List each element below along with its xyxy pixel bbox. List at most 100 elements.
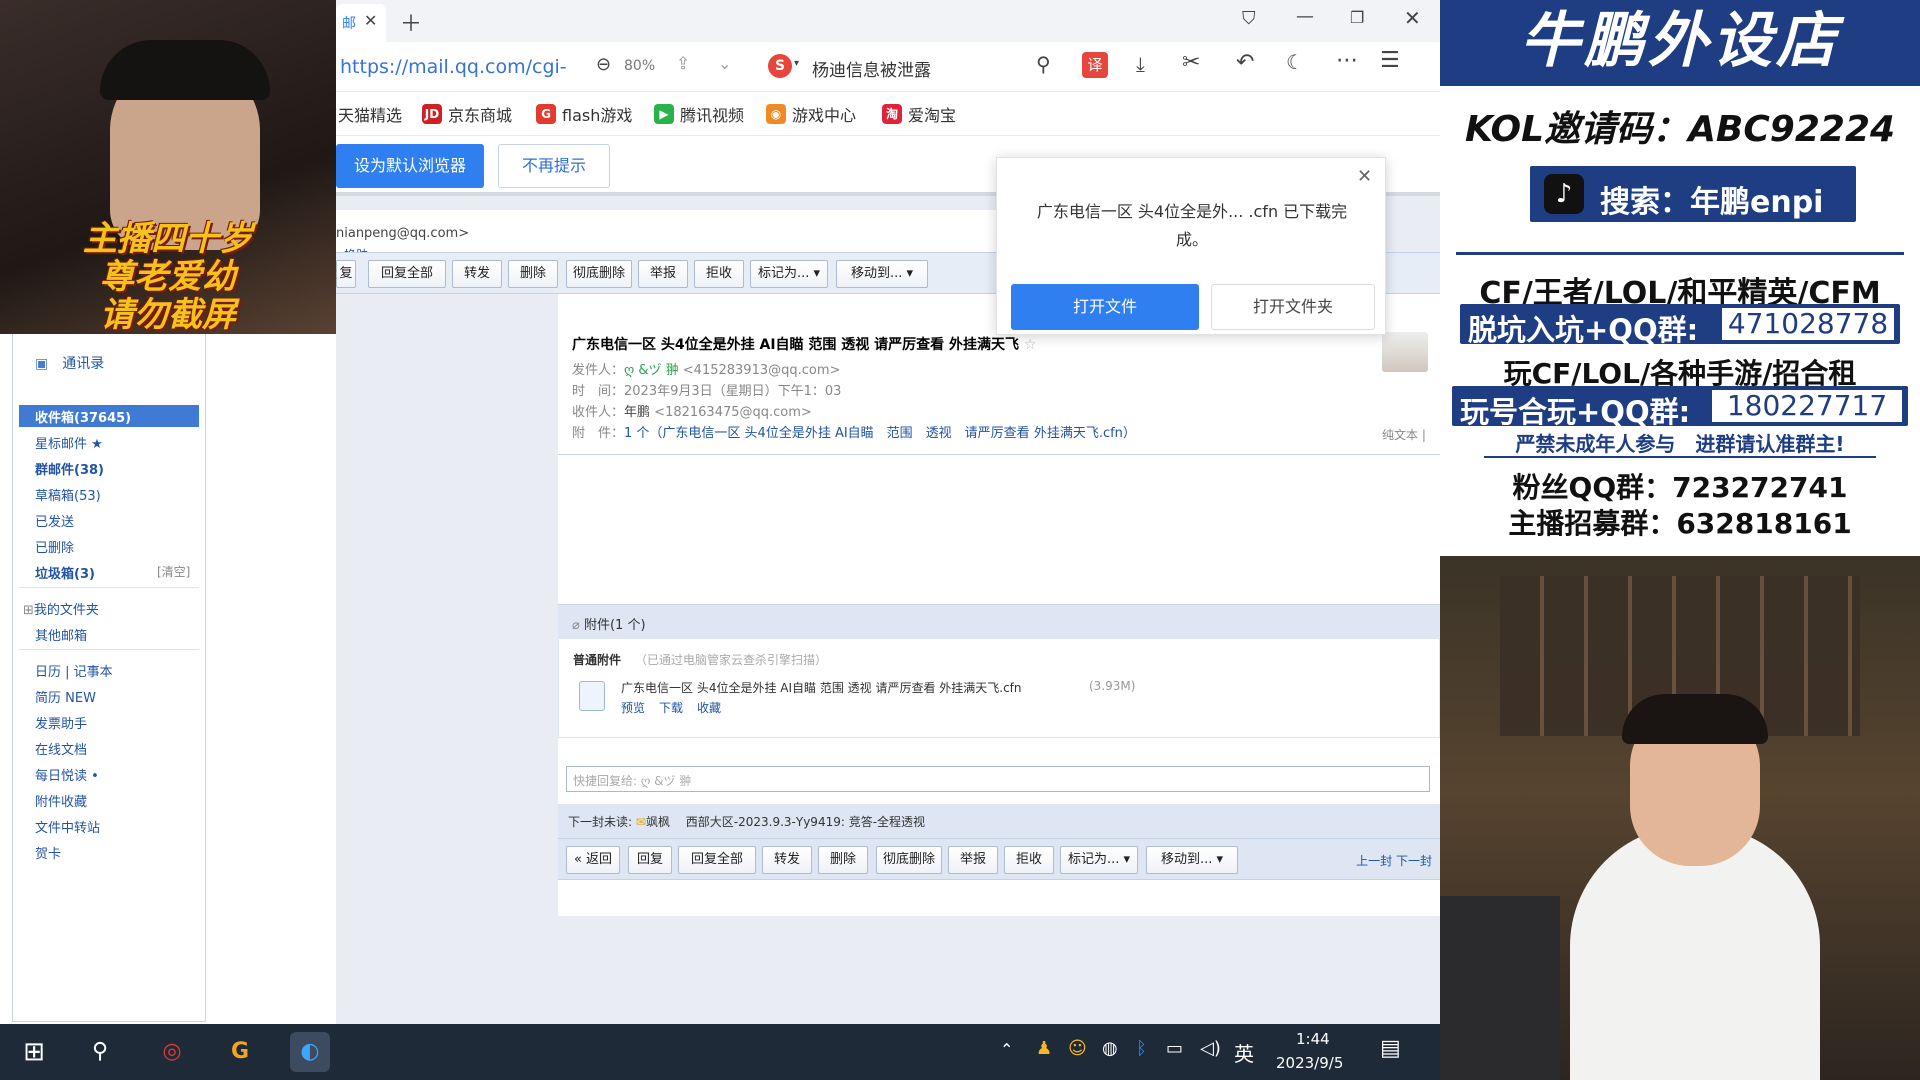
permanent-delete-button-bottom[interactable]: 彻底删除 xyxy=(876,846,942,874)
input-language[interactable]: 英 xyxy=(1234,1038,1254,1067)
search-icon[interactable]: ⚲ xyxy=(1036,52,1051,76)
dont-remind-button[interactable]: 不再提示 xyxy=(498,144,610,188)
sidebar-item-deleted[interactable]: 已删除 xyxy=(35,537,74,556)
translate-icon[interactable]: 译 xyxy=(1082,52,1108,78)
close-window-icon[interactable]: ✕ xyxy=(1404,6,1421,30)
tray-game-icon[interactable]: ◍ xyxy=(1102,1038,1118,1059)
sender-name[interactable]: ღ &ヅ 翀 xyxy=(624,363,679,378)
permanent-delete-button[interactable]: 彻底删除 xyxy=(566,260,632,288)
game-launcher-icon[interactable]: G xyxy=(220,1032,260,1072)
back-button[interactable]: « 返回 xyxy=(566,846,620,874)
prev-next-links[interactable]: 上一封 下一封 xyxy=(1356,852,1432,869)
notifications-icon[interactable]: ▤ xyxy=(1380,1036,1401,1061)
open-folder-button[interactable]: 打开文件夹 xyxy=(1211,284,1375,330)
clock-time[interactable]: 1:44 xyxy=(1296,1030,1330,1048)
undo-icon[interactable]: ↶ xyxy=(1236,50,1254,75)
forward-button[interactable]: 转发 xyxy=(452,260,502,288)
engine-dropdown-icon[interactable]: ▾ xyxy=(794,58,799,69)
preview-link[interactable]: 预览 xyxy=(621,699,645,716)
sidebar-item-group-mail[interactable]: 群邮件(38) xyxy=(35,459,104,478)
bookmark-tmall[interactable]: 天猫精选 xyxy=(338,102,402,126)
sidebar-item-spam[interactable]: 垃圾箱(3) xyxy=(35,563,95,582)
next-unread[interactable]: 下一封未读: ✉飒枫 西部大区-2023.9.3-Yy9419: 竞答-全程透视 xyxy=(568,813,925,830)
sidebar-item-daily-read[interactable]: 每日悦读 • xyxy=(35,765,99,784)
quick-reply-input[interactable]: 快捷回复给: ღ &ヅ 翀 xyxy=(566,766,1430,792)
sidebar-item-starred[interactable]: 星标邮件 ★ xyxy=(35,433,103,452)
chevron-down-icon[interactable]: ⌄ xyxy=(718,54,731,73)
report-button-bottom[interactable]: 举报 xyxy=(948,846,998,874)
sidebar-item-calendar[interactable]: 日历 | 记事本 xyxy=(35,661,113,680)
bookmark-flash[interactable]: Gflash游戏 xyxy=(536,102,632,126)
clock-date[interactable]: 2023/9/5 xyxy=(1276,1054,1343,1072)
tab-close-icon[interactable]: ✕ xyxy=(364,11,377,30)
zoom-level[interactable]: 80% xyxy=(624,58,655,74)
download-icon[interactable]: ⤓ xyxy=(1136,52,1145,76)
sidebar-item-online-docs[interactable]: 在线文档 xyxy=(35,739,87,758)
browser-taskbar-icon[interactable]: ◐ xyxy=(290,1032,330,1072)
sidebar-item-drafts[interactable]: 草稿箱(53) xyxy=(35,485,101,504)
sender-avatar[interactable] xyxy=(1382,332,1428,372)
delete-button[interactable]: 删除 xyxy=(508,260,558,288)
sidebar-item-file-transfer[interactable]: 文件中转站 xyxy=(35,817,100,836)
report-button[interactable]: 举报 xyxy=(638,260,688,288)
forward-button-bottom[interactable]: 转发 xyxy=(762,846,812,874)
sidebar-item-sent[interactable]: 已发送 xyxy=(35,511,74,530)
tab-mail[interactable]: 邮 ✕ xyxy=(336,4,386,42)
sidebar-item-other-mailboxes[interactable]: 其他邮箱 xyxy=(35,625,87,644)
recipient-name[interactable]: 年鹏 xyxy=(624,405,650,420)
attachment-filename[interactable]: 广东电信一区 头4位全是外挂 AI自瞄 范围 透视 请严厉查看 外挂满天飞.cf… xyxy=(621,679,1022,696)
reply-button[interactable]: 复 xyxy=(336,260,356,288)
reject-button-bottom[interactable]: 拒收 xyxy=(1004,846,1054,874)
zoom-icon[interactable]: ⊖ xyxy=(596,54,611,75)
contacts-link[interactable]: ▣ 通讯录 xyxy=(35,353,104,373)
search-taskbar-icon[interactable]: ⚲ xyxy=(80,1032,120,1072)
file-icon[interactable] xyxy=(579,681,605,711)
set-default-browser-button[interactable]: 设为默认浏览器 xyxy=(336,144,484,188)
reply-all-button[interactable]: 回复全部 xyxy=(368,260,446,288)
menu-icon[interactable]: ☰ xyxy=(1380,48,1400,73)
search-input[interactable]: 杨迪信息被泄露 xyxy=(812,56,931,81)
move-to-button[interactable]: 移动到... ▾ xyxy=(836,260,928,288)
plain-text-link[interactable]: 纯文本 | xyxy=(1382,426,1426,443)
reject-button[interactable]: 拒收 xyxy=(694,260,744,288)
network-icon[interactable]: ▭ xyxy=(1166,1038,1183,1059)
my-folders[interactable]: ⊞我的文件夹 xyxy=(23,599,99,618)
sidebar-item-invoice[interactable]: 发票助手 xyxy=(35,713,87,732)
url-field[interactable]: https://mail.qq.com/cgi- xyxy=(340,52,600,82)
bookmark-jd[interactable]: JD 京东商城 xyxy=(422,102,512,126)
reply-all-button-bottom[interactable]: 回复全部 xyxy=(678,846,756,874)
sidebar-item-attach-fav[interactable]: 附件收藏 xyxy=(35,791,87,810)
reply-button-bottom[interactable]: 回复 xyxy=(628,846,672,874)
search-engine-icon[interactable]: S xyxy=(768,54,792,78)
tray-qq-icon[interactable]: ☺ xyxy=(1068,1038,1087,1059)
moon-icon[interactable]: ☾ xyxy=(1286,50,1304,74)
bookmark-tencent-video[interactable]: ▶ 腾讯视频 xyxy=(654,102,744,126)
new-tab-icon[interactable]: ＋ xyxy=(400,6,422,38)
empty-spam-link[interactable]: [清空] xyxy=(157,563,190,580)
download-link[interactable]: 下载 xyxy=(659,699,683,716)
tray-app-icon[interactable]: ♟ xyxy=(1036,1038,1052,1059)
open-file-button[interactable]: 打开文件 xyxy=(1011,284,1199,330)
move-to-button-bottom[interactable]: 移动到... ▾ xyxy=(1146,846,1238,874)
delete-button-bottom[interactable]: 删除 xyxy=(818,846,868,874)
mark-as-button-bottom[interactable]: 标记为... ▾ xyxy=(1060,846,1138,874)
sidebar-item-inbox[interactable]: 收件箱(37645) xyxy=(35,407,131,426)
bookmark-game-center[interactable]: ◉ 游戏中心 xyxy=(766,102,856,126)
star-icon[interactable]: ☆ xyxy=(1024,337,1037,353)
restore-icon[interactable]: ❐ xyxy=(1350,8,1364,27)
shirt-icon[interactable]: ⛉ xyxy=(1242,8,1256,29)
sidebar-item-resume[interactable]: 简历 NEW xyxy=(35,687,96,706)
share-icon[interactable]: ⇪ xyxy=(676,54,690,74)
more-icon[interactable]: ⋯ xyxy=(1336,48,1358,73)
scissors-icon[interactable]: ✂ xyxy=(1182,50,1200,75)
bluetooth-icon[interactable]: ᛒ xyxy=(1136,1038,1147,1059)
attachment-summary[interactable]: 1 个（广东电信一区 头4位全是外挂 AI自瞄 范围 透视 请严厉查看 外挂满天… xyxy=(624,426,1136,441)
sidebar-item-cards[interactable]: 贺卡 xyxy=(35,843,61,862)
obs-icon[interactable]: ◎ xyxy=(152,1032,192,1072)
bookmark-aitaobao[interactable]: 淘爱淘宝 xyxy=(882,102,956,126)
tray-expand-icon[interactable]: ⌃ xyxy=(1000,1040,1013,1059)
popup-close-icon[interactable]: ✕ xyxy=(1357,166,1372,187)
mark-as-button[interactable]: 标记为... ▾ xyxy=(750,260,828,288)
volume-icon[interactable]: ◁) xyxy=(1200,1038,1221,1059)
minimize-icon[interactable]: — xyxy=(1296,6,1314,27)
